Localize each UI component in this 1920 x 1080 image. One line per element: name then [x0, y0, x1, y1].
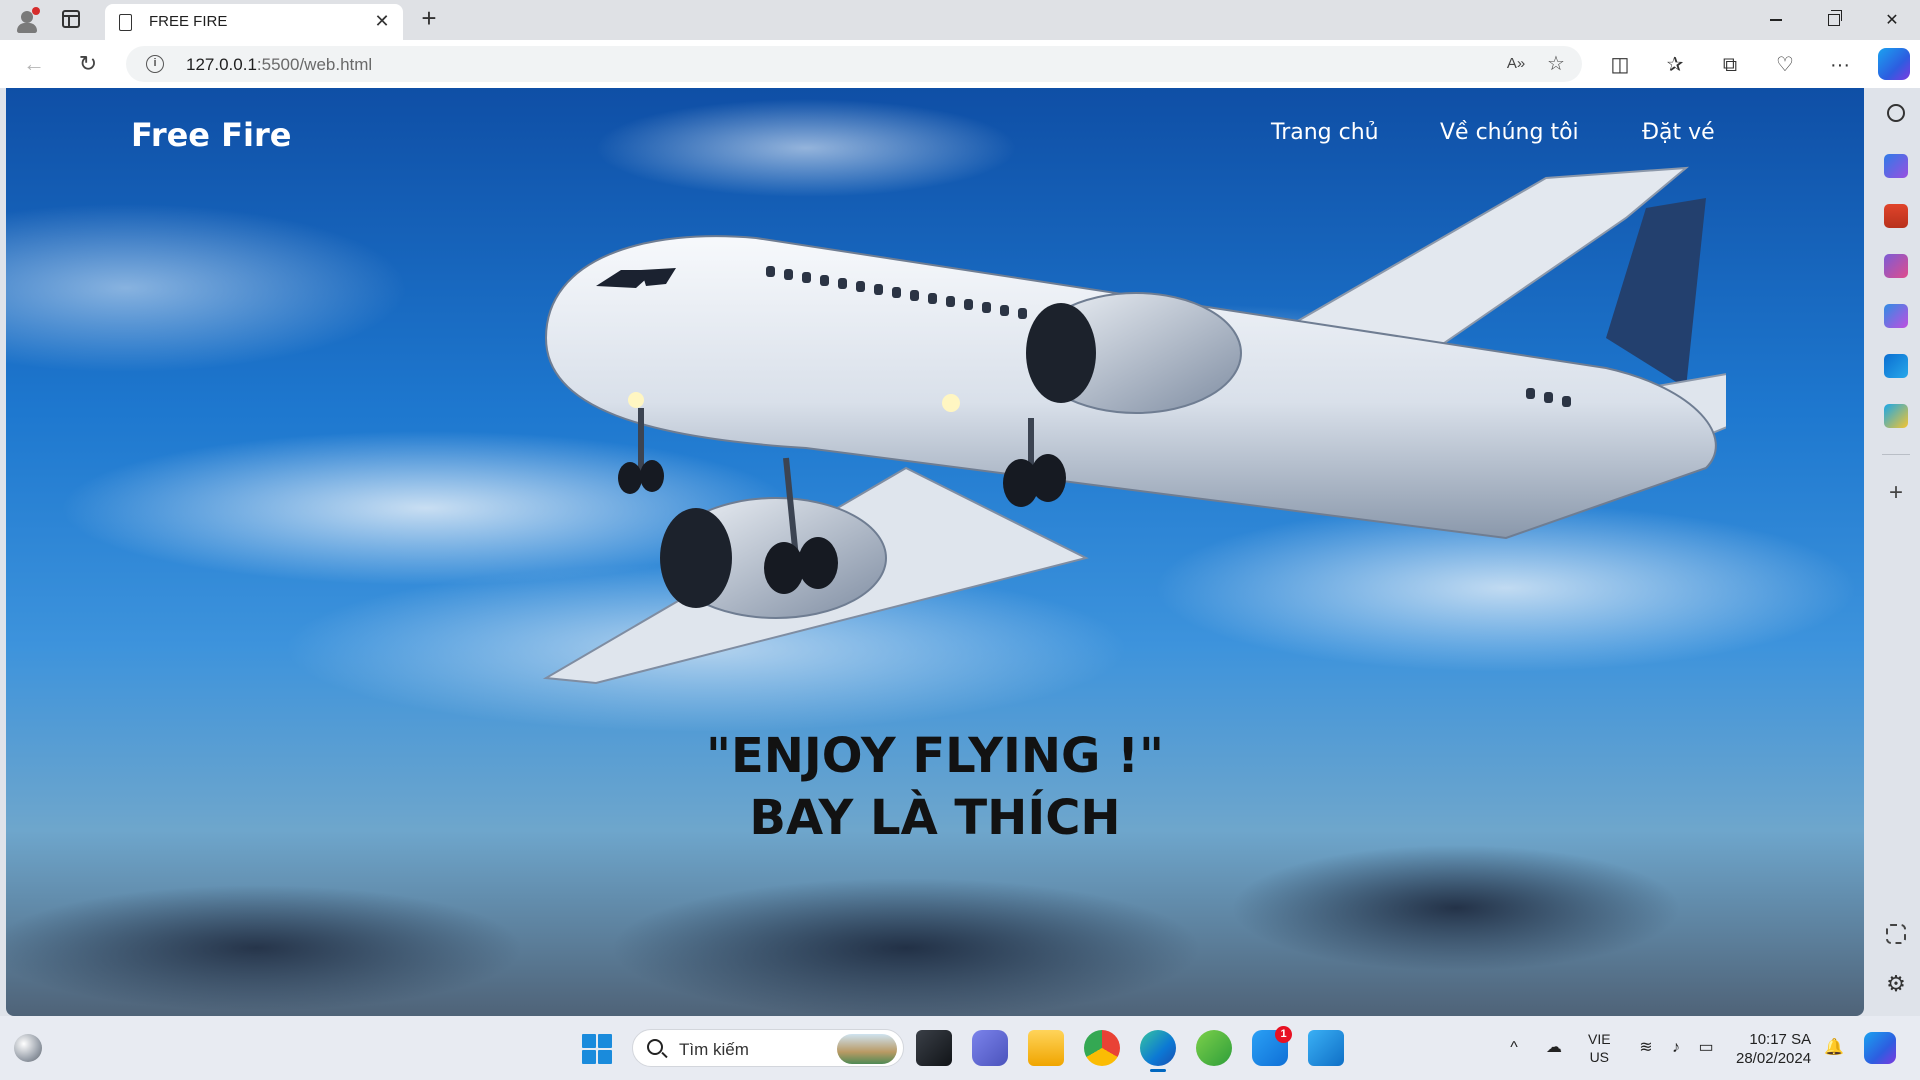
page-viewport: Free Fire Trang chủ Về chúng tôi Đặt vé	[6, 88, 1864, 1016]
favorites-icon[interactable]: ✰	[1661, 52, 1689, 78]
copilot-icon[interactable]	[1878, 48, 1910, 80]
search-highlight-image	[837, 1034, 897, 1064]
more-options-icon[interactable]: ···	[1826, 52, 1854, 78]
file-explorer-icon[interactable]	[1028, 1030, 1064, 1066]
active-app-indicator	[1150, 1069, 1166, 1072]
outlook-icon[interactable]	[1884, 354, 1908, 378]
airplane-image	[542, 166, 1726, 685]
favorite-star-icon[interactable]: ☆	[1544, 52, 1568, 76]
widgets-icon[interactable]	[14, 1034, 42, 1062]
url-text[interactable]: 127.0.0.1:5500/web.html	[186, 55, 372, 75]
taskbar: Tìm kiếm 1 ^ ☁ VIE US ≋ ♪ ▭ 10:17 SA 28/…	[0, 1016, 1920, 1080]
onedrive-icon[interactable]: ☁	[1544, 1038, 1564, 1058]
tab-strip: FREE FIRE ✕ + ✕	[0, 0, 1920, 40]
copilot-taskbar-icon[interactable]	[1864, 1032, 1896, 1064]
url-host: 127.0.0.1	[186, 55, 257, 74]
search-icon	[647, 1039, 663, 1055]
taskbar-search[interactable]: Tìm kiếm	[632, 1029, 904, 1067]
close-window-button[interactable]: ✕	[1864, 0, 1920, 40]
notification-bell-icon[interactable]: 🔔	[1824, 1038, 1844, 1058]
tab-title: FREE FIRE	[149, 13, 228, 30]
wifi-icon[interactable]: ≋	[1636, 1038, 1656, 1058]
page-icon	[119, 14, 132, 31]
browser-essentials-icon[interactable]: ♡	[1771, 52, 1799, 78]
hero-subheadline: BAY LÀ THÍCH	[749, 790, 1121, 846]
chrome-icon[interactable]	[1084, 1030, 1120, 1066]
zalo-notification-badge: 1	[1275, 1026, 1292, 1043]
tab-active[interactable]: FREE FIRE ✕	[105, 4, 403, 40]
site-logo[interactable]: Free Fire	[131, 116, 291, 154]
sidebar-search-icon[interactable]	[1887, 104, 1905, 122]
clock-date: 28/02/2024	[1736, 1050, 1812, 1067]
add-sidebar-app-icon[interactable]: +	[1884, 481, 1908, 506]
collections-icon[interactable]: ⧉	[1716, 52, 1744, 78]
screenshot-icon[interactable]	[1886, 924, 1906, 944]
show-hidden-icons-icon[interactable]: ^	[1504, 1038, 1524, 1058]
read-aloud-icon[interactable]: A»	[1504, 52, 1528, 76]
sidebar-divider	[1882, 454, 1910, 455]
teams-chat-icon[interactable]	[972, 1030, 1008, 1066]
address-bar[interactable]: i 127.0.0.1:5500/web.html A» ☆	[126, 46, 1582, 82]
edge-icon[interactable]	[1140, 1030, 1176, 1072]
split-screen-icon[interactable]: ◫	[1606, 52, 1634, 78]
browser-toolbar: ← ↻ i 127.0.0.1:5500/web.html A» ☆ ◫ ✰ ⧉…	[0, 40, 1920, 88]
task-view-icon[interactable]	[916, 1030, 952, 1066]
close-tab-icon[interactable]: ✕	[371, 10, 393, 32]
sidebar-settings-icon[interactable]: ⚙	[1884, 972, 1908, 996]
start-button[interactable]	[582, 1034, 612, 1064]
edge-sidebar: + ⚙	[1872, 88, 1920, 1016]
tools-briefcase-icon[interactable]	[1884, 204, 1908, 228]
microsoft-365-icon[interactable]	[1884, 304, 1908, 328]
zalo-icon[interactable]: 1	[1252, 1026, 1292, 1066]
clock-time: 10:17 SA	[1749, 1031, 1812, 1048]
tab-actions-icon[interactable]	[62, 10, 80, 28]
language-indicator[interactable]: VIE US	[1588, 1030, 1611, 1066]
new-tab-icon[interactable]: +	[414, 4, 444, 34]
back-icon[interactable]: ←	[18, 48, 50, 80]
restore-button[interactable]	[1806, 0, 1862, 40]
hero-headline: "ENJOY FLYING !"	[705, 728, 1165, 784]
minimize-button[interactable]	[1748, 0, 1804, 40]
games-icon[interactable]	[1884, 254, 1908, 278]
volume-icon[interactable]: ♪	[1666, 1038, 1686, 1058]
vscode-icon[interactable]	[1308, 1030, 1344, 1066]
coccoc-icon[interactable]	[1196, 1030, 1232, 1066]
send-drop-icon[interactable]	[1884, 404, 1908, 428]
url-path: :5500/web.html	[256, 55, 373, 74]
profile-icon[interactable]	[12, 6, 42, 36]
language-code: VIE	[1588, 1031, 1611, 1047]
reload-icon[interactable]: ↻	[72, 48, 104, 80]
site-info-icon[interactable]: i	[146, 55, 164, 73]
region-code: US	[1589, 1049, 1610, 1065]
clock[interactable]: 10:17 SA 28/02/2024	[1736, 1030, 1811, 1068]
search-placeholder: Tìm kiếm	[679, 1040, 749, 1059]
battery-icon[interactable]: ▭	[1696, 1038, 1716, 1058]
shopping-tag-icon[interactable]	[1884, 154, 1908, 178]
